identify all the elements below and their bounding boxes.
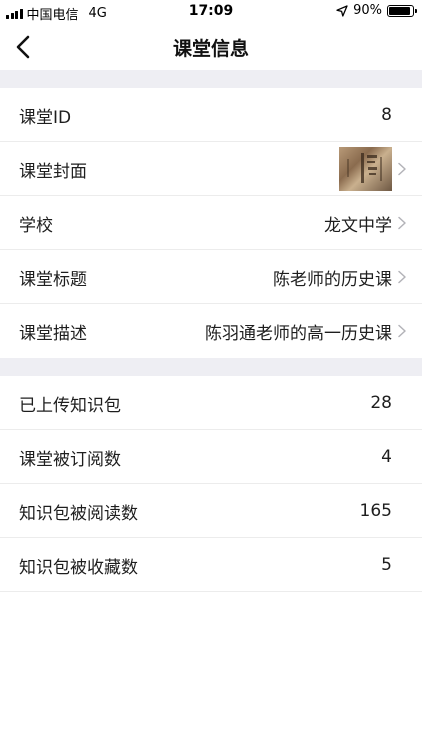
row-label: 知识包被阅读数: [19, 503, 138, 524]
row-value: 龙文中学: [324, 215, 392, 236]
row-label: 已上传知识包: [19, 395, 121, 416]
page-title: 课堂信息: [172, 37, 249, 60]
row-value: 28: [370, 393, 392, 413]
row-value: 5: [381, 555, 392, 575]
row-label: 课堂描述: [19, 323, 87, 344]
row-class-title[interactable]: 课堂标题 陈老师的历史课: [0, 250, 422, 304]
row-subscriptions: 课堂被订阅数 4: [0, 430, 422, 484]
empty-area: [0, 592, 422, 750]
battery-fill: [389, 6, 410, 15]
section-divider: [0, 358, 422, 376]
row-school[interactable]: 学校 龙文中学: [0, 196, 422, 250]
back-button[interactable]: [8, 30, 38, 64]
battery-percent: 90%: [353, 3, 382, 18]
chevron-left-icon: [16, 35, 30, 59]
row-value: 陈羽通老师的高一历史课: [205, 323, 392, 344]
row-value: 8: [381, 105, 392, 125]
row-label: 课堂封面: [19, 161, 87, 182]
row-label: 知识包被收藏数: [19, 557, 138, 578]
row-package-reads: 知识包被阅读数 165: [0, 484, 422, 538]
class-info-section: 课堂ID 8 课堂封面 学校 龙文中学 课堂标题 陈老师的历史课 课堂描述 陈羽…: [0, 88, 422, 358]
row-uploaded-packages: 已上传知识包 28: [0, 376, 422, 430]
chevron-right-icon: [398, 216, 406, 230]
chevron-right-icon: [398, 324, 406, 338]
nav-bar: 课堂信息: [0, 24, 422, 70]
row-class-description[interactable]: 课堂描述 陈羽通老师的高一历史课: [0, 304, 422, 358]
row-package-favorites: 知识包被收藏数 5: [0, 538, 422, 592]
stats-section: 已上传知识包 28 课堂被订阅数 4 知识包被阅读数 165 知识包被收藏数 5: [0, 376, 422, 592]
row-value: 陈老师的历史课: [273, 269, 392, 290]
row-label: 课堂标题: [19, 269, 87, 290]
row-class-id: 课堂ID 8: [0, 88, 422, 142]
row-value: 165: [359, 501, 392, 521]
row-class-cover[interactable]: 课堂封面: [0, 142, 422, 196]
battery-icon: [387, 4, 417, 17]
row-value: 4: [381, 447, 392, 467]
section-divider: [0, 70, 422, 88]
chevron-right-icon: [398, 162, 406, 176]
row-label: 课堂ID: [19, 107, 72, 128]
status-bar: 中国电信 4G 17:09 90%: [0, 0, 422, 24]
chevron-right-icon: [398, 270, 406, 284]
cover-thumbnail: [339, 147, 392, 191]
location-arrow-icon: [336, 4, 348, 17]
row-label: 课堂被订阅数: [19, 449, 121, 470]
status-right: 90%: [336, 3, 417, 18]
row-label: 学校: [19, 215, 53, 236]
